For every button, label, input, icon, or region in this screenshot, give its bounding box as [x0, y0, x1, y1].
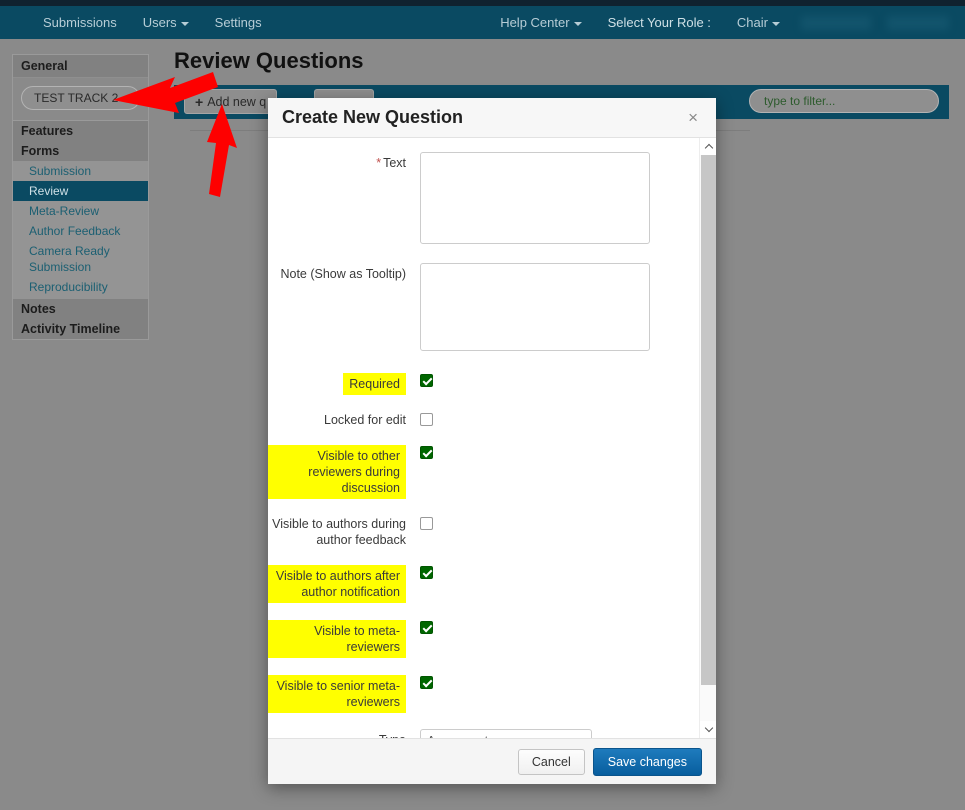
modal-header: Create New Question × [268, 98, 716, 138]
type-select-wrapper: Agreement [420, 729, 592, 738]
navbar-left-group: Submissions Users Settings [30, 6, 275, 39]
nav-item-users[interactable]: Users [130, 6, 202, 39]
add-new-question-label: Add new q [207, 94, 267, 109]
sidebar-section-general: General [13, 55, 148, 78]
visible-authors-notification-label: Visible to authors after author notifica… [268, 562, 420, 603]
nav-item-users-label: Users [142, 15, 177, 30]
visible-senior-meta-reviewers-checkbox[interactable] [420, 675, 433, 689]
sidebar-item-reproducibility[interactable]: Reproducibility [13, 277, 148, 297]
create-new-question-modal: Create New Question × * Text Note (Show a… [268, 98, 716, 784]
locked-for-edit-control [420, 409, 678, 427]
text-field-control [420, 152, 678, 249]
track-selector[interactable]: TEST TRACK 2 [21, 86, 140, 110]
visible-meta-reviewers-checkbox[interactable] [420, 620, 433, 634]
note-input[interactable] [420, 263, 650, 351]
visible-senior-meta-reviewers-label-text: Visible to senior meta-reviewers [268, 675, 406, 713]
modal-footer: Cancel Save changes [268, 738, 716, 784]
note-field-control [420, 263, 678, 356]
visible-meta-reviewers-control [420, 617, 678, 635]
form-row-text: * Text [268, 152, 716, 249]
chevron-down-icon [180, 21, 189, 26]
sidebar-track-box: TEST TRACK 2 [13, 78, 148, 121]
form-row-visible-meta-reviewers: Visible to meta-reviewers [268, 617, 716, 658]
form-row-visible-authors-feedback: Visible to authors during author feedbac… [268, 513, 716, 548]
visible-other-reviewers-label: Visible to other reviewers during discus… [268, 442, 420, 499]
nav-item-settings-label: Settings [214, 15, 262, 30]
nav-item-submissions[interactable]: Submissions [30, 6, 130, 39]
visible-senior-meta-reviewers-control [420, 672, 678, 690]
close-icon[interactable]: × [684, 107, 702, 128]
sidebar-section-forms[interactable]: Forms [13, 141, 148, 161]
nav-item-role-chair[interactable]: Chair [724, 6, 793, 39]
required-checkbox-label: Required [268, 370, 420, 395]
scroll-up-arrow-icon[interactable] [700, 138, 716, 155]
save-changes-button[interactable]: Save changes [592, 747, 702, 776]
modal-title: Create New Question [282, 107, 464, 127]
top-navbar: Submissions Users Settings Help Center S… [0, 6, 965, 39]
visible-other-reviewers-checkbox[interactable] [420, 445, 433, 459]
redacted-nav-item-1 [801, 15, 871, 30]
visible-authors-notification-checkbox[interactable] [420, 565, 433, 579]
type-field-label: Type [268, 729, 420, 738]
modal-body: * Text Note (Show as Tooltip) Required Lo… [268, 138, 716, 738]
scroll-down-arrow-icon[interactable] [700, 721, 716, 738]
required-checkbox-control [420, 370, 678, 388]
modal-scrollbar-thumb[interactable] [701, 155, 716, 685]
text-field-label-text: Text [383, 156, 406, 170]
chevron-down-icon [772, 21, 780, 26]
select-your-role-label: Select Your Role : [607, 15, 711, 30]
locked-for-edit-checkbox[interactable] [420, 412, 433, 426]
note-field-label: Note (Show as Tooltip) [280, 267, 406, 281]
sidebar-item-submission[interactable]: Submission [13, 161, 148, 181]
visible-authors-feedback-control [420, 513, 678, 531]
sidebar: General TEST TRACK 2 Features Forms Subm… [12, 54, 149, 340]
sidebar-section-activity-timeline[interactable]: Activity Timeline [13, 319, 148, 339]
sidebar-item-camera-ready-submission[interactable]: Camera Ready Submission [13, 241, 148, 277]
form-row-visible-authors-notification: Visible to authors after author notifica… [268, 562, 716, 603]
text-input[interactable] [420, 152, 650, 244]
text-field-label: * Text [268, 152, 420, 171]
visible-other-reviewers-control [420, 442, 678, 460]
locked-for-edit-label: Locked for edit [324, 413, 406, 427]
nav-item-help-center[interactable]: Help Center [487, 6, 594, 39]
form-row-visible-other-reviewers: Visible to other reviewers during discus… [268, 442, 716, 499]
nav-item-help-center-label: Help Center [500, 15, 570, 30]
form-row-type: Type Agreement [268, 729, 716, 738]
visible-senior-meta-reviewers-label: Visible to senior meta-reviewers [268, 672, 420, 713]
sidebar-forms-group: Submission Review Meta-Review Author Fee… [13, 161, 148, 299]
form-row-locked-for-edit: Locked for edit [268, 409, 716, 428]
sidebar-section-notes[interactable]: Notes [13, 299, 148, 319]
navbar-right-group: Help Center Select Your Role : Chair [487, 6, 957, 39]
type-select[interactable]: Agreement [420, 729, 592, 738]
cancel-button[interactable]: Cancel [517, 748, 585, 775]
type-field-control: Agreement [420, 729, 678, 738]
visible-other-reviewers-label-text: Visible to other reviewers during discus… [268, 445, 406, 499]
filter-input[interactable]: type to filter... [749, 89, 939, 113]
sidebar-item-author-feedback[interactable]: Author Feedback [13, 221, 148, 241]
nav-item-role-chair-label: Chair [736, 15, 768, 30]
visible-authors-notification-label-text: Visible to authors after author notifica… [268, 565, 406, 603]
sidebar-item-meta-review[interactable]: Meta-Review [13, 201, 148, 221]
plus-icon: + [195, 93, 204, 110]
nav-item-settings[interactable]: Settings [202, 6, 275, 39]
form-row-required: Required [268, 370, 716, 395]
required-asterisk-icon: * [376, 156, 382, 170]
visible-authors-feedback-checkbox[interactable] [420, 516, 433, 530]
required-checkbox[interactable] [420, 373, 433, 387]
sidebar-item-review[interactable]: Review [13, 181, 148, 201]
visible-authors-notification-control [420, 562, 678, 580]
form-row-note: Note (Show as Tooltip) [268, 263, 716, 356]
sidebar-section-features[interactable]: Features [13, 121, 148, 141]
visible-meta-reviewers-label-text: Visible to meta-reviewers [268, 620, 406, 658]
form-row-visible-senior-meta-reviewers: Visible to senior meta-reviewers [268, 672, 716, 713]
page-title: Review Questions [174, 48, 364, 73]
visible-authors-feedback-label: Visible to authors during author feedbac… [272, 517, 406, 547]
redacted-nav-item-2 [887, 15, 949, 30]
visible-meta-reviewers-label: Visible to meta-reviewers [268, 617, 420, 658]
nav-item-submissions-label: Submissions [43, 15, 117, 30]
add-new-question-button[interactable]: + Add new q [184, 89, 278, 114]
modal-scrollbar[interactable] [699, 138, 716, 738]
chevron-down-icon [573, 21, 582, 26]
required-checkbox-label-text: Required [343, 373, 406, 395]
